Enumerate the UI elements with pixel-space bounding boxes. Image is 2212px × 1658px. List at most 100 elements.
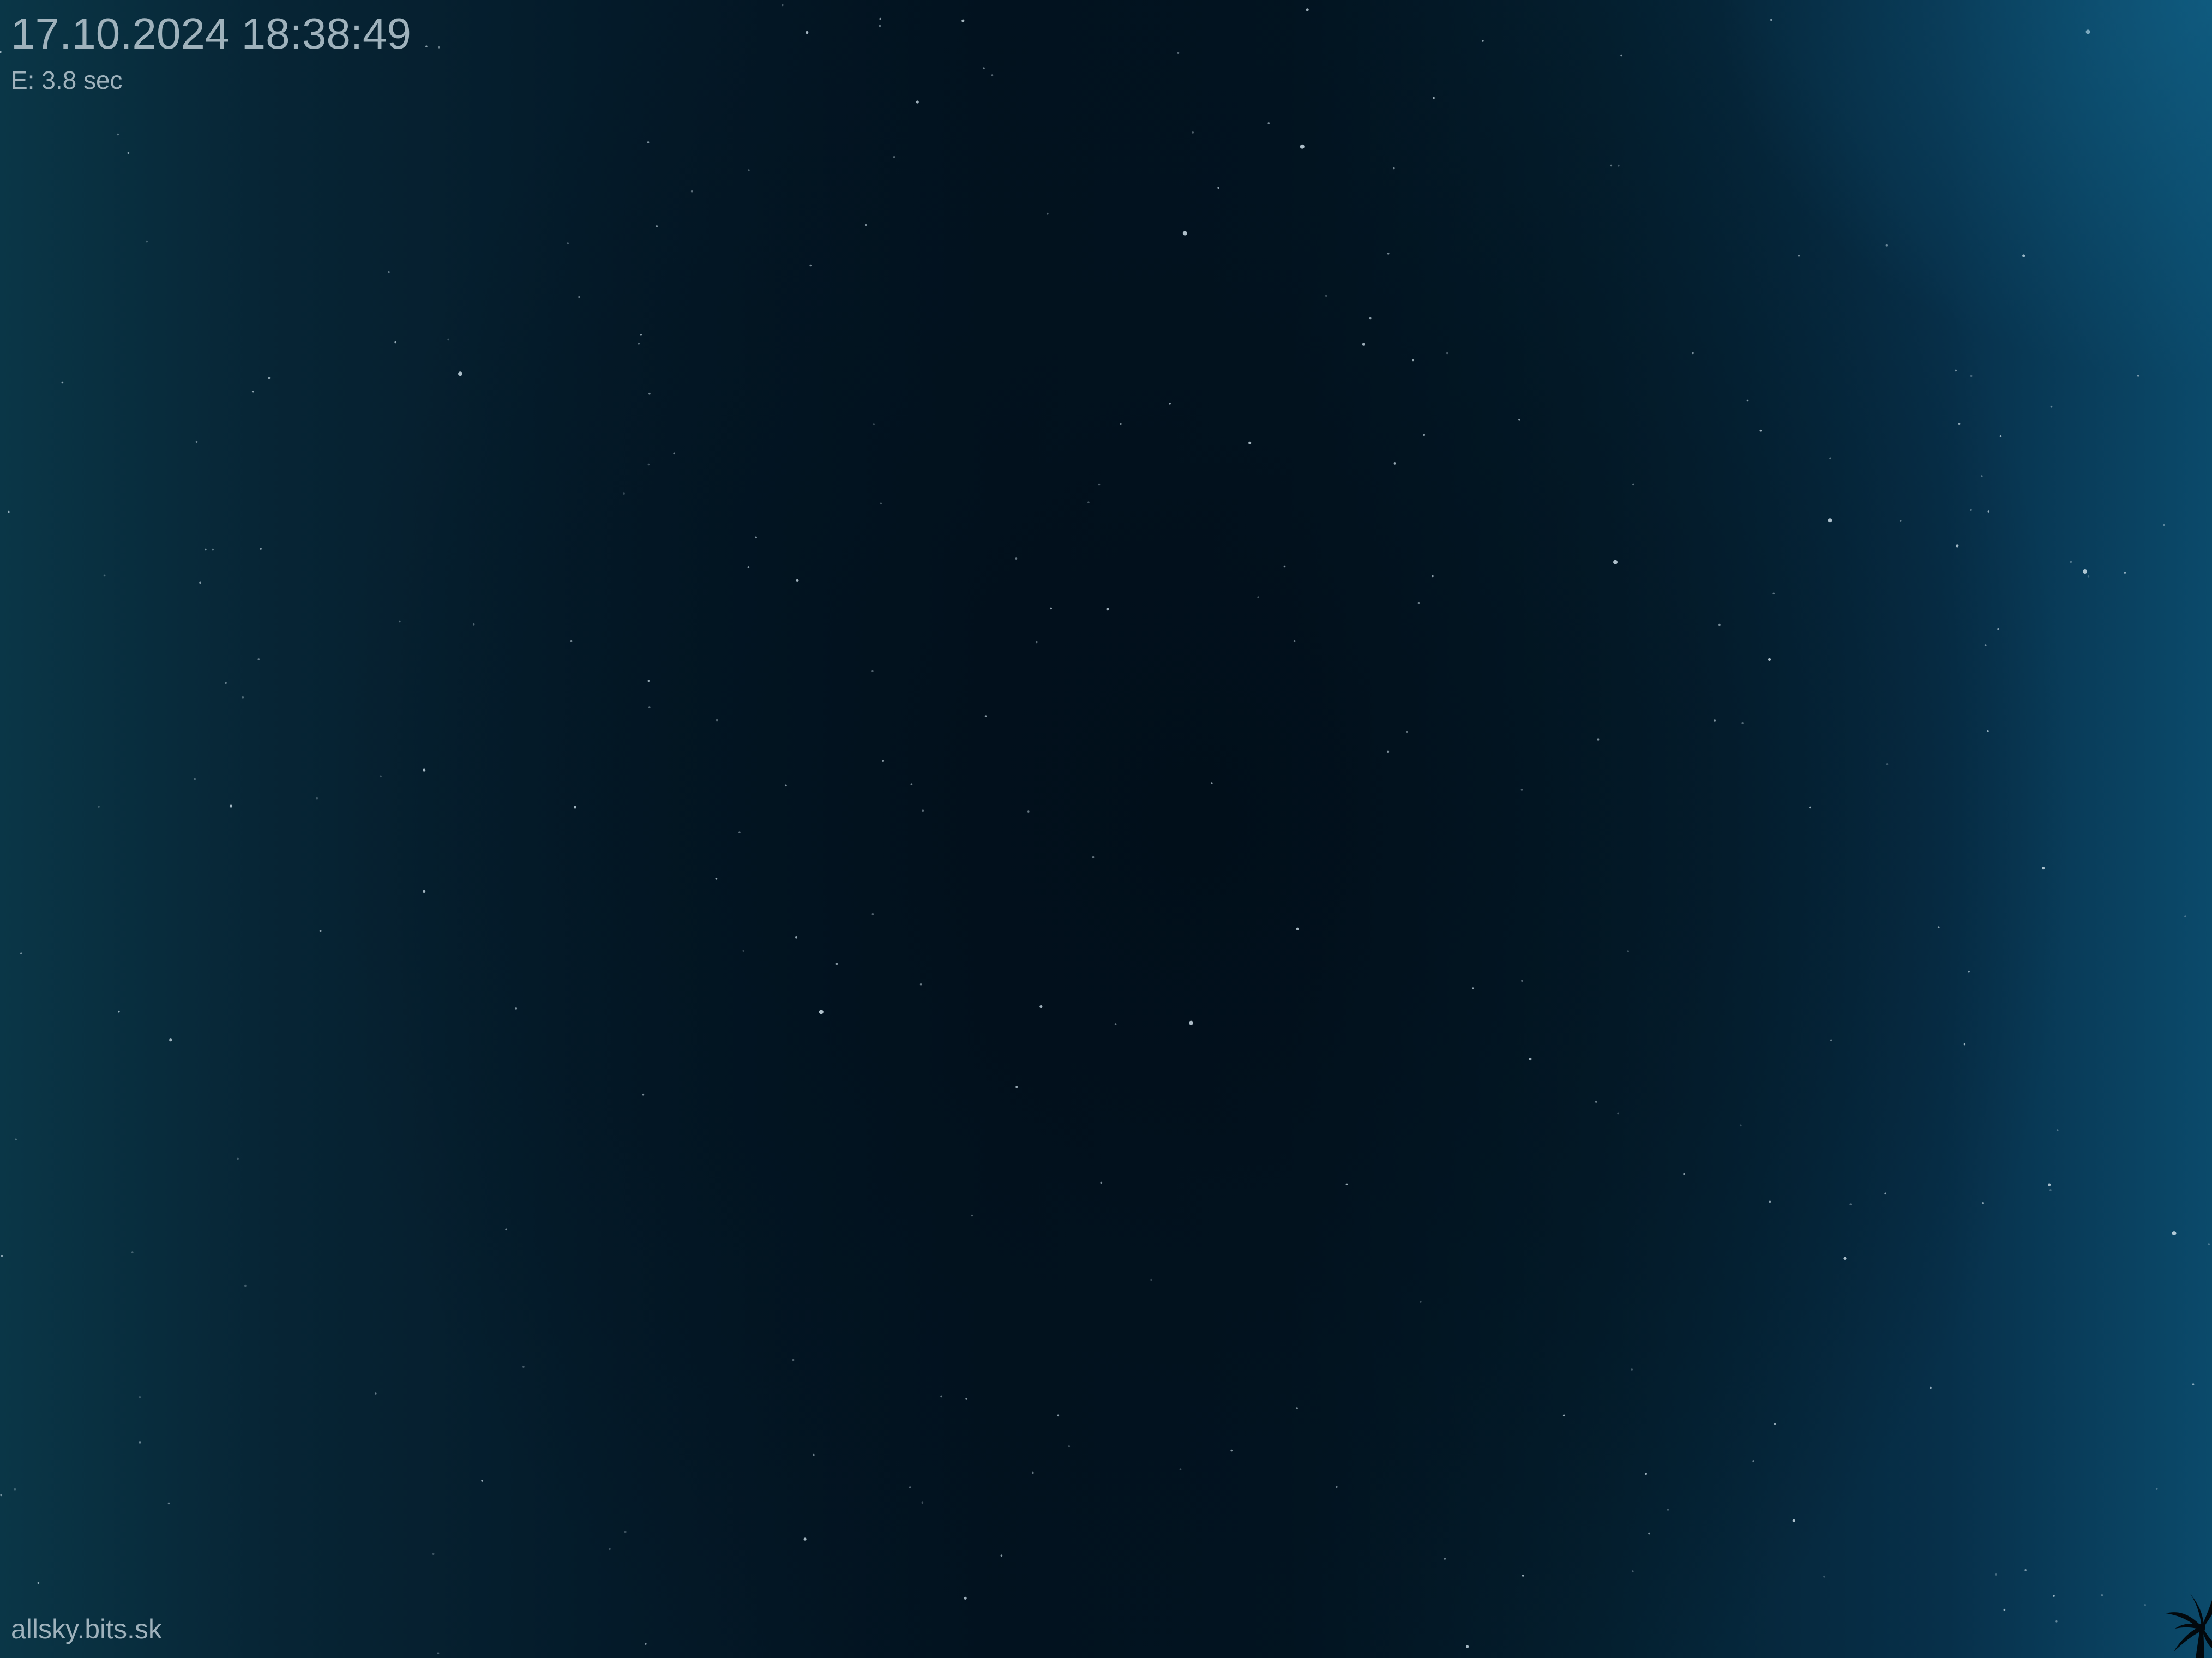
star (1120, 423, 1122, 425)
star (37, 1582, 40, 1584)
star (1444, 1558, 1446, 1560)
allsky-image: 17.10.2024 18:38:49 E: 3.8 sec allsky.bi… (0, 0, 2212, 1658)
star (909, 1486, 911, 1488)
star (1387, 750, 1390, 753)
star (983, 67, 985, 69)
star (117, 133, 119, 136)
star (785, 784, 787, 787)
star (1714, 719, 1716, 722)
star (690, 190, 693, 193)
star (2048, 1183, 2051, 1186)
star (1000, 1554, 1003, 1557)
star (2056, 1129, 2059, 1131)
star (961, 19, 965, 22)
star (940, 1395, 942, 1398)
star (813, 1453, 815, 1456)
star (1620, 54, 1622, 57)
star (716, 719, 718, 722)
star (1830, 1039, 1832, 1042)
star (2163, 524, 2165, 526)
star (15, 1138, 17, 1141)
star (747, 566, 750, 568)
star (1393, 167, 1395, 170)
palm-tree-silhouette-icon (2166, 1594, 2212, 1658)
star (879, 25, 881, 27)
star (1769, 1200, 1771, 1203)
star (458, 371, 462, 376)
star (1406, 731, 1408, 733)
star (971, 1214, 973, 1217)
star (260, 548, 262, 550)
star (423, 768, 426, 772)
star (809, 264, 812, 267)
star (1522, 1575, 1524, 1577)
star (199, 581, 201, 584)
star (205, 548, 207, 551)
star (1027, 810, 1030, 813)
star (1015, 557, 1018, 560)
star (1169, 403, 1171, 405)
star (257, 658, 260, 660)
star (1632, 483, 1634, 486)
star (1970, 375, 1973, 377)
star (20, 952, 22, 954)
star (1039, 1005, 1043, 1008)
star (1345, 1183, 1348, 1186)
star (647, 141, 650, 143)
star (642, 1093, 645, 1096)
star (1518, 419, 1520, 421)
star (1217, 187, 1219, 189)
star (1884, 1192, 1886, 1195)
star (871, 913, 874, 915)
star (882, 760, 885, 762)
star (673, 452, 675, 455)
star (195, 441, 198, 443)
star (871, 670, 874, 672)
star (1036, 641, 1038, 644)
star (2024, 1569, 2027, 1571)
star (755, 536, 757, 539)
star (647, 463, 650, 466)
star (1770, 19, 1772, 21)
star (645, 1643, 647, 1645)
star (1150, 1278, 1152, 1281)
star (609, 1548, 611, 1551)
star (1741, 722, 1744, 724)
star (229, 804, 233, 808)
star (1885, 244, 1888, 247)
star (796, 579, 799, 582)
star (1529, 1057, 1532, 1061)
star (1798, 254, 1800, 257)
star (1970, 509, 1972, 511)
star (425, 45, 428, 47)
star (1740, 1124, 1742, 1127)
star (380, 775, 382, 778)
star (237, 1157, 239, 1160)
star (1296, 927, 1299, 930)
star (624, 1531, 627, 1533)
star (472, 623, 475, 626)
star (1613, 560, 1618, 564)
star (880, 502, 882, 505)
star (2022, 254, 2025, 257)
star (127, 152, 130, 154)
star (1192, 131, 1194, 134)
star (1968, 970, 1970, 973)
star (1718, 623, 1721, 626)
star (1648, 1532, 1650, 1535)
star (2085, 29, 2090, 34)
star (1106, 608, 1109, 611)
star (1792, 1519, 1795, 1522)
star (1296, 1407, 1298, 1409)
star (1618, 164, 1620, 167)
star (1597, 738, 1600, 741)
star (1114, 1023, 1117, 1025)
star (640, 334, 642, 336)
star (916, 100, 919, 104)
star (437, 1652, 440, 1654)
star (0, 1494, 2, 1497)
star (1937, 926, 1940, 928)
star (1632, 1570, 1634, 1572)
star (1362, 343, 1365, 346)
star (964, 1596, 967, 1600)
